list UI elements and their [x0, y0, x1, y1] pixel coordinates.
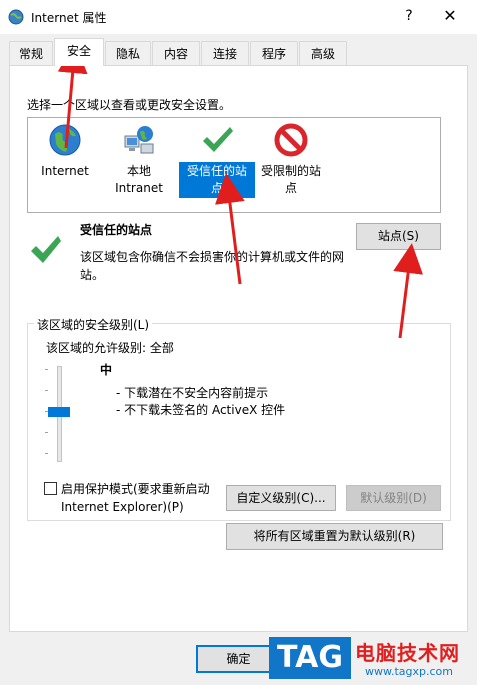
zone-label: Internet: [41, 164, 89, 178]
tab-content[interactable]: 内容: [152, 41, 200, 65]
help-button[interactable]: ?: [397, 5, 421, 27]
zone-trusted-sites[interactable]: 受信任的站 点: [179, 122, 255, 198]
slider-thumb[interactable]: [48, 407, 70, 417]
window-title: Internet 属性: [31, 11, 107, 25]
protected-mode-checkbox[interactable]: [44, 482, 57, 495]
selected-zone-check-icon: [31, 236, 61, 263]
globe-icon: [49, 124, 81, 156]
allowed-level-text: 该区域的允许级别: 全部: [46, 341, 174, 355]
watermark-tag-logo: TAG: [269, 637, 351, 679]
tab-programs[interactable]: 程序: [250, 41, 298, 65]
level-detail: - 下载潜在不安全内容前提示: [116, 386, 269, 400]
tab-general[interactable]: 常规: [9, 41, 53, 65]
protected-mode-label: 启用保护模式(要求重新启动 Internet Explorer)(P): [61, 482, 210, 514]
selected-zone-title: 受信任的站点: [80, 223, 153, 237]
zone-restricted-sites[interactable]: 受限制的站 点: [253, 122, 329, 198]
slider-tick: [45, 390, 48, 391]
watermark-site-name: 电脑技术网: [355, 641, 460, 665]
security-level-legend: 该区域的安全级别(L): [34, 316, 153, 333]
reset-all-zones-button[interactable]: 将所有区域重置为默认级别(R): [226, 523, 443, 550]
trusted-check-icon: [203, 127, 233, 152]
zone-prompt: 选择一个区域以查看或更改安全设置。: [27, 98, 232, 112]
selected-zone-description: 该区域包含你确信不会损害你的计算机或文件的网站。: [80, 250, 345, 282]
default-level-button: 默认级别(D): [346, 485, 441, 511]
internet-options-icon: [8, 9, 24, 25]
zone-label: 受信任的站 点: [179, 162, 255, 198]
restricted-icon: [274, 123, 308, 157]
tab-connections[interactable]: 连接: [201, 41, 249, 65]
security-level-name: 中: [100, 363, 113, 377]
tab-advanced[interactable]: 高级: [299, 41, 347, 65]
slider-tick: [45, 369, 48, 370]
tab-privacy[interactable]: 隐私: [105, 41, 151, 65]
level-detail: - 不下载未签名的 ActiveX 控件: [116, 403, 286, 417]
title-bar: Internet 属性 ? ✕: [0, 0, 477, 34]
zone-local-intranet[interactable]: 本地 Intranet: [101, 122, 177, 198]
zone-label: 受限制的站 点: [260, 164, 321, 195]
local-intranet-icon: [124, 126, 154, 154]
zone-internet[interactable]: Internet: [27, 122, 103, 181]
watermark: TAG 电脑技术网 www.tagxp.com: [265, 631, 477, 685]
custom-level-button[interactable]: 自定义级别(C)...: [226, 485, 336, 511]
zone-label: 本地 Intranet: [115, 164, 163, 195]
tab-security[interactable]: 安全: [54, 38, 104, 66]
watermark-url: www.tagxp.com: [365, 665, 453, 678]
slider-tick: [45, 453, 48, 454]
slider-tick: [45, 432, 48, 433]
close-button[interactable]: ✕: [438, 5, 462, 27]
sites-button[interactable]: 站点(S): [356, 223, 441, 250]
